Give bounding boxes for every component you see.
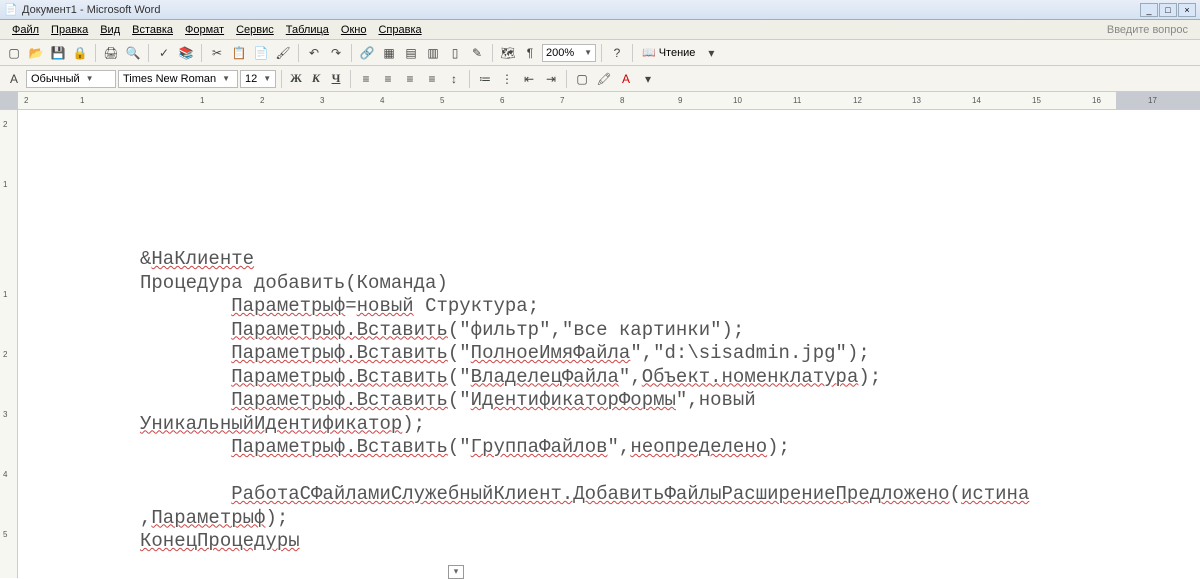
menu-file[interactable]: Файл — [6, 22, 45, 38]
menu-tools[interactable]: Сервис — [230, 22, 280, 38]
doc-map-icon[interactable]: 🗺 — [498, 43, 518, 63]
excel-icon[interactable]: ▥ — [423, 43, 443, 63]
font-color-icon[interactable]: A — [616, 69, 636, 89]
separator — [148, 44, 149, 62]
align-left-icon[interactable]: ≡ — [356, 69, 376, 89]
redo-icon[interactable]: ↷ — [326, 43, 346, 63]
print-icon[interactable]: 🖨 — [101, 43, 121, 63]
undo-icon[interactable]: ↶ — [304, 43, 324, 63]
underline-button[interactable]: Ч — [327, 69, 345, 89]
show-formatting-icon[interactable]: ¶ — [520, 43, 540, 63]
separator — [469, 70, 470, 88]
drawing-icon[interactable]: ✎ — [467, 43, 487, 63]
format-painter-icon[interactable]: 🖌 — [273, 43, 293, 63]
font-combo[interactable]: Times New Roman▼ — [118, 70, 238, 88]
paste-icon[interactable]: 📄 — [251, 43, 271, 63]
align-right-icon[interactable]: ≡ — [400, 69, 420, 89]
increase-indent-icon[interactable]: ⇥ — [541, 69, 561, 89]
separator — [601, 44, 602, 62]
separator — [566, 70, 567, 88]
workspace: 2 1 1 2 3 4 5 &НаКлиенте Процедура добав… — [0, 110, 1200, 578]
reading-layout-button[interactable]: 📖 Чтение — [638, 43, 699, 63]
menu-window[interactable]: Окно — [335, 22, 373, 38]
help-search[interactable]: Введите вопрос — [1107, 24, 1194, 36]
separator — [351, 44, 352, 62]
zoom-combo[interactable]: 200%▼ — [542, 44, 596, 62]
minimize-button[interactable]: _ — [1140, 3, 1158, 17]
separator — [632, 44, 633, 62]
window-title: Документ1 - Microsoft Word — [22, 4, 160, 16]
close-button[interactable]: × — [1178, 3, 1196, 17]
formatting-toolbar: A Обычный▼ Times New Roman▼ 12▼ Ж К Ч ≡ … — [0, 66, 1200, 92]
standard-toolbar: ▢ 📂 💾 🔒 🖨 🔍 ✓ 📚 ✂ 📋 📄 🖌 ↶ ↷ 🔗 ▦ ▤ ▥ ▯ ✎ … — [0, 40, 1200, 66]
toolbar-options-icon[interactable]: ▾ — [701, 43, 721, 63]
menu-edit[interactable]: Правка — [45, 22, 94, 38]
open-icon[interactable]: 📂 — [26, 43, 46, 63]
highlight-icon[interactable]: 🖍 — [594, 69, 614, 89]
borders-icon[interactable]: ▢ — [572, 69, 592, 89]
copy-icon[interactable]: 📋 — [229, 43, 249, 63]
tables-borders-icon[interactable]: ▦ — [379, 43, 399, 63]
maximize-button[interactable]: □ — [1159, 3, 1177, 17]
separator — [350, 70, 351, 88]
document-page[interactable]: &НаКлиенте Процедура добавить(Команда) П… — [18, 110, 1200, 578]
word-doc-icon: 📄 — [4, 3, 18, 17]
document-text[interactable]: &НаКлиенте Процедура добавить(Команда) П… — [140, 248, 1160, 554]
line-spacing-icon[interactable]: ↕ — [444, 69, 464, 89]
menu-insert[interactable]: Вставка — [126, 22, 179, 38]
columns-icon[interactable]: ▯ — [445, 43, 465, 63]
bold-button[interactable]: Ж — [287, 69, 305, 89]
vertical-ruler[interactable]: 2 1 1 2 3 4 5 — [0, 110, 18, 578]
menu-view[interactable]: Вид — [94, 22, 126, 38]
bullets-icon[interactable]: ⋮ — [497, 69, 517, 89]
help-icon[interactable]: ? — [607, 43, 627, 63]
horizontal-ruler[interactable]: 211234567891011121314151617 — [0, 92, 1200, 110]
align-center-icon[interactable]: ≡ — [378, 69, 398, 89]
save-icon[interactable]: 💾 — [48, 43, 68, 63]
smart-tag-icon[interactable]: ▾ — [448, 565, 464, 579]
size-combo[interactable]: 12▼ — [240, 70, 276, 88]
hyperlink-icon[interactable]: 🔗 — [357, 43, 377, 63]
styles-pane-icon[interactable]: A — [4, 69, 24, 89]
toolbar-options-icon[interactable]: ▾ — [638, 69, 658, 89]
permissions-icon[interactable]: 🔒 — [70, 43, 90, 63]
menu-format[interactable]: Формат — [179, 22, 230, 38]
menu-bar: Файл Правка Вид Вставка Формат Сервис Та… — [0, 20, 1200, 40]
spellcheck-icon[interactable]: ✓ — [154, 43, 174, 63]
style-combo[interactable]: Обычный▼ — [26, 70, 116, 88]
menu-table[interactable]: Таблица — [280, 22, 335, 38]
separator — [298, 44, 299, 62]
cut-icon[interactable]: ✂ — [207, 43, 227, 63]
insert-table-icon[interactable]: ▤ — [401, 43, 421, 63]
italic-button[interactable]: К — [307, 69, 325, 89]
decrease-indent-icon[interactable]: ⇤ — [519, 69, 539, 89]
new-doc-icon[interactable]: ▢ — [4, 43, 24, 63]
justify-icon[interactable]: ≡ — [422, 69, 442, 89]
separator — [95, 44, 96, 62]
separator — [281, 70, 282, 88]
numbering-icon[interactable]: ≔ — [475, 69, 495, 89]
window-controls: _ □ × — [1140, 3, 1196, 17]
print-preview-icon[interactable]: 🔍 — [123, 43, 143, 63]
menu-help[interactable]: Справка — [372, 22, 427, 38]
separator — [492, 44, 493, 62]
separator — [201, 44, 202, 62]
title-bar: 📄 Документ1 - Microsoft Word _ □ × — [0, 0, 1200, 20]
research-icon[interactable]: 📚 — [176, 43, 196, 63]
